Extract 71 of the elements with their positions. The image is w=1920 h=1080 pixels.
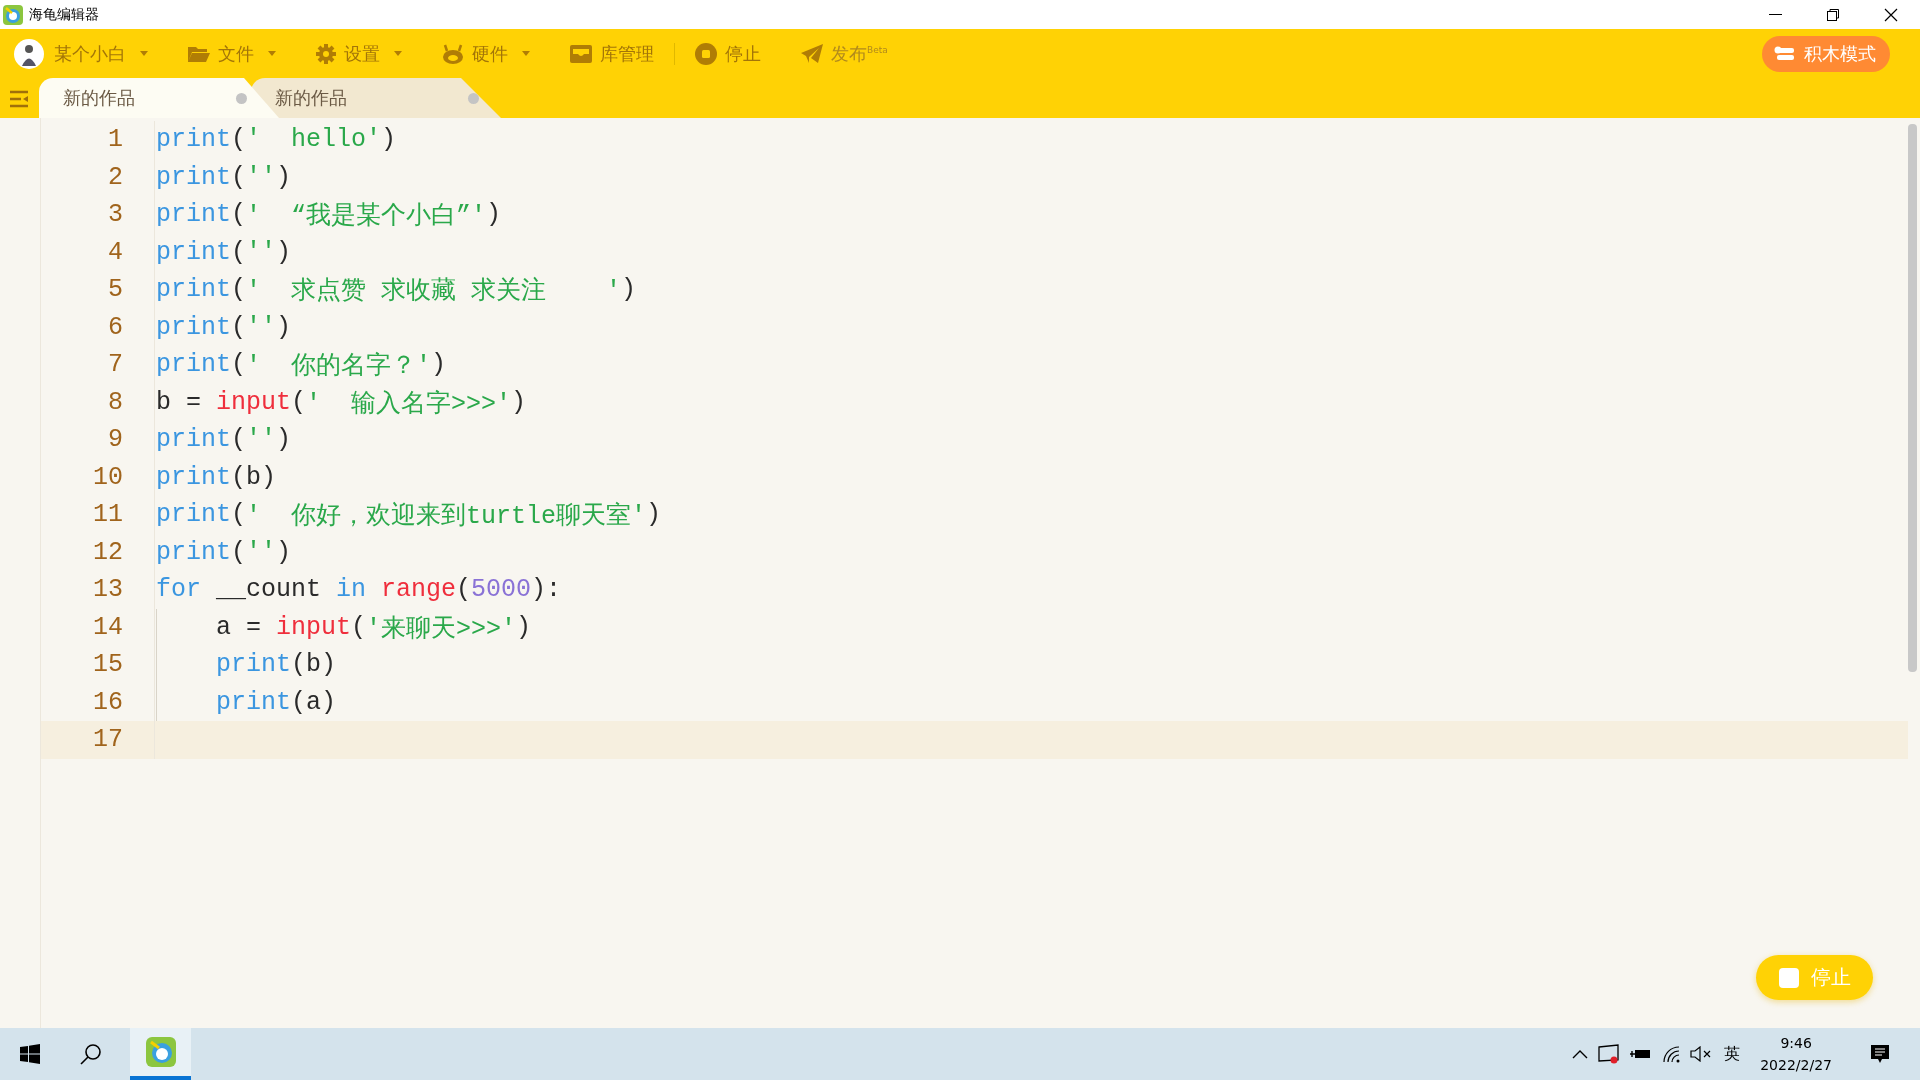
robot-icon [442,43,464,64]
toolbar-menu-button[interactable]: 某个小白 [14,38,148,69]
speaker-muted-icon[interactable] [1690,1046,1713,1062]
code-line: print('') [156,161,292,194]
line-number: 8 [107,387,123,417]
notification-icon[interactable] [1870,1044,1890,1064]
stop-square-icon [1779,967,1799,988]
stop-button[interactable]: 停止 [1756,955,1873,1000]
menu-icon[interactable] [9,90,29,108]
avatar-icon [14,38,44,69]
line-number: 3 [107,200,123,230]
line-number: 5 [107,275,123,305]
code-line: print(b) [156,646,337,684]
line-number: 9 [107,425,123,455]
toolbar-menu-button[interactable]: 硬件 [442,41,530,66]
code-line: for __count in range(5000): [156,574,562,607]
minimize-icon [1768,14,1782,15]
code-line: print(b) [156,461,277,494]
code-line: b = input(' 输入名字>>>') [156,386,527,421]
unsaved-dot-icon [468,92,479,104]
turtle-app-icon [145,1037,176,1067]
line-number: 6 [107,312,123,342]
code-line: print('') [156,311,292,344]
line-number: 11 [92,500,123,530]
toolbar-menu-button[interactable]: 停止 [695,41,761,66]
line-number: 13 [92,575,123,605]
line-number: 10 [92,462,123,492]
blocks-icon [1774,44,1796,63]
settings-icon [316,43,336,64]
input-method-indicator[interactable]: 英 [1724,1043,1741,1065]
toolbar-menu-button[interactable]: 库管理 [570,41,654,66]
line-number: 17 [92,725,123,755]
wifi-icon[interactable] [1662,1045,1681,1063]
line-number: 7 [107,350,123,380]
code-line: print(' 求点赞 求收藏 求关注 ') [156,274,637,309]
file-tab[interactable]: 新的作品 [251,78,501,118]
code-line: print('') [156,536,292,569]
toolbar-menu-button[interactable]: 设置 [316,41,402,66]
taskbar-app-button[interactable] [130,1028,191,1080]
code-line: print('') [156,424,292,457]
monitor-alert-icon[interactable] [1598,1044,1621,1064]
paper-plane-icon [801,43,823,64]
code-line: a = input('来聊天>>>') [156,608,532,646]
line-number: 14 [92,612,123,642]
windows-start-icon[interactable] [20,1044,40,1064]
code-line: print(' 你的名字？') [156,349,447,384]
window-title: 海龟编辑器 [29,5,99,24]
toolbar-menu-button[interactable]: 文件 [188,41,276,66]
battery-icon[interactable] [1630,1048,1653,1060]
toolbar-menu-button[interactable]: 发布$^{Beta}$ [801,41,888,66]
code-line: print(' hello') [156,124,397,157]
close-icon [1884,7,1898,22]
restore-icon [1826,7,1840,22]
line-number: 2 [107,162,123,192]
line-number: 16 [92,687,123,717]
line-number: 15 [92,650,123,680]
code-line: print(' 你好，欢迎来到turtle聊天室') [156,499,662,534]
line-number: 1 [107,125,123,155]
turtle-app-icon [3,4,23,25]
stop-circle-icon [695,42,717,65]
line-number: 12 [92,537,123,567]
search-icon[interactable] [80,1043,102,1065]
block-mode-button[interactable]: 积木模式 [1762,35,1890,72]
inbox-icon [570,44,592,63]
code-line: print(' “我是某个小白”') [156,199,502,234]
chevron-up-icon[interactable] [1572,1049,1589,1059]
folder-icon [188,44,210,63]
unsaved-dot-icon [236,92,247,104]
code-line: print('') [156,236,292,269]
line-number: 4 [107,237,123,267]
clock[interactable]: 9:46 2022/2/27 [1760,1032,1832,1076]
